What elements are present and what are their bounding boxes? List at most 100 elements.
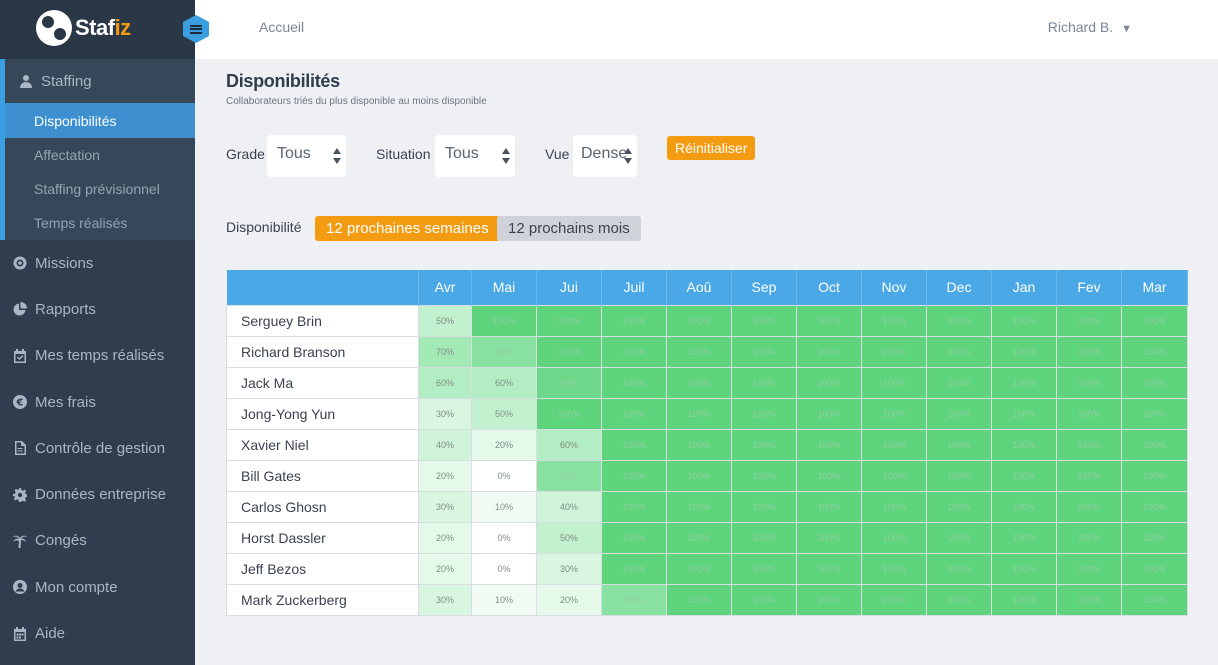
sidebar-item-mes-frais[interactable]: € Mes frais [0, 379, 195, 425]
availability-cell: 100% [796, 459, 862, 492]
availability-cell: 100% [1056, 459, 1122, 492]
availability-cell: 100% [991, 552, 1057, 585]
availability-cell: 100% [666, 366, 732, 399]
sidebar-item-rapports[interactable]: Rapports [0, 286, 195, 332]
grade-select[interactable]: Tous [267, 135, 346, 177]
availability-cell: 100% [1121, 335, 1188, 368]
availability-table: Avr Mai Jui Juil Aoû Sep Oct Nov Dec Jan Fev Mar Se… [226, 270, 1188, 616]
availability-cell: 100% [991, 366, 1057, 399]
availability-cell: 100% [666, 304, 732, 337]
availability-cell: 50% [418, 304, 472, 337]
availability-cell: 10% [471, 583, 537, 616]
collaborator-name: Jack Ma [226, 366, 419, 399]
sidebar-item-mon-compte[interactable]: Mon compte [0, 564, 195, 610]
availability-cell: 0% [471, 552, 537, 585]
sidebar-item-label: Mes frais [35, 393, 96, 411]
availability-cell: 100% [926, 304, 992, 337]
sidebar-item-staffing[interactable]: Staffing [5, 59, 195, 103]
availability-cell: 100% [1056, 428, 1122, 461]
table-row: Jong-Yong Yun 30% 50% 100% 100% 100% 100% 100% 1… [226, 397, 1188, 430]
sidebar-item-staffing-previsionnel[interactable]: Staffing prévisionnel [5, 172, 195, 206]
availability-cell: 100% [1056, 552, 1122, 585]
sidebar-item-label: Rapports [35, 300, 96, 318]
availability-cell: 100% [926, 397, 992, 430]
availability-cell: 100% [991, 428, 1057, 461]
availability-cell: 90% [536, 366, 602, 399]
breadcrumb-accueil[interactable]: Accueil [259, 19, 304, 35]
availability-label: Disponibilité [226, 219, 302, 235]
sidebar-item-conges[interactable]: Congés [0, 518, 195, 564]
situation-select[interactable]: Tous [435, 135, 515, 177]
select-arrows-icon [624, 147, 632, 165]
sidebar-item-temps-realises[interactable]: Temps réalisés [5, 206, 195, 240]
calendar-icon [12, 626, 27, 641]
grade-label: Grade [226, 146, 265, 162]
availability-cell: 60% [471, 366, 537, 399]
sidebar-item-disponibilites[interactable]: Disponibilités [5, 103, 195, 138]
hamburger-icon [190, 24, 202, 34]
sidebar-item-donnees-entreprise[interactable]: Données entreprise [0, 471, 195, 517]
reset-button[interactable]: Réinitialiser [667, 136, 756, 160]
sidebar-item-missions[interactable]: Missions [0, 240, 195, 286]
availability-cell: 50% [536, 521, 602, 554]
availability-cell: 100% [861, 366, 927, 399]
gear-icon [12, 487, 27, 502]
availability-cell: 100% [666, 552, 732, 585]
availability-cell: 100% [601, 459, 667, 492]
sidebar-item-affectation[interactable]: Affectation [5, 138, 195, 172]
table-row: Jeff Bezos 20% 0% 30% 100% 100% 100% 100% 100% 10… [226, 552, 1188, 585]
vue-select[interactable]: Dense [573, 135, 637, 177]
availability-cell: 80% [471, 335, 537, 368]
availability-cell: 100% [1056, 397, 1122, 430]
svg-text:€: € [15, 398, 23, 409]
user-icon [18, 74, 33, 89]
table-row: Mark Zuckerberg 30% 10% 20% 80% 100% 100% 100% 1… [226, 583, 1188, 616]
next-12-weeks-button[interactable]: 12 prochaines semaines [315, 216, 500, 241]
sidebar-item-label: Missions [35, 254, 94, 272]
availability-cell: 100% [796, 335, 862, 368]
availability-cell: 100% [536, 397, 602, 430]
sidebar-item-controle-de-gestion[interactable]: Contrôle de gestion [0, 425, 195, 471]
availability-cell: 50% [471, 397, 537, 430]
availability-cell: 100% [1121, 428, 1188, 461]
sidebar-item-aide[interactable]: Aide [0, 610, 195, 656]
availability-cell: 100% [601, 366, 667, 399]
availability-cell: 100% [926, 552, 992, 585]
availability-cell: 100% [796, 428, 862, 461]
availability-cell: 100% [991, 490, 1057, 523]
availability-cell: 100% [731, 521, 797, 554]
stafiz-logo[interactable]: Stafiz [36, 10, 131, 46]
user-menu[interactable]: Richard B. ▼ [1048, 19, 1132, 35]
availability-cell: 100% [991, 335, 1057, 368]
next-12-months-button[interactable]: 12 prochains mois [497, 216, 641, 241]
availability-cell: 100% [666, 583, 732, 616]
availability-cell: 100% [1121, 459, 1188, 492]
availability-cell: 100% [991, 304, 1057, 337]
availability-cell: 100% [1121, 490, 1188, 523]
availability-cell: 100% [926, 366, 992, 399]
caret-down-icon: ▼ [1121, 23, 1132, 35]
availability-cell: 100% [471, 304, 537, 337]
sidebar-item-label: Mes temps réalisés [35, 347, 165, 365]
availability-cell: 100% [1121, 521, 1188, 554]
palm-tree-icon [12, 533, 27, 548]
availability-cell: 100% [1056, 366, 1122, 399]
situation-select-value: Tous [445, 145, 479, 162]
sidebar-item-mes-temps-realises[interactable]: Mes temps réalisés [0, 333, 195, 379]
availability-cell: 100% [1056, 304, 1122, 337]
document-icon [12, 441, 27, 456]
availability-cell: 100% [861, 521, 927, 554]
page-subtitle: Collaborateurs triés du plus disponible … [226, 96, 487, 107]
availability-cell: 100% [991, 583, 1057, 616]
availability-cell: 100% [1056, 490, 1122, 523]
availability-cell: 100% [536, 335, 602, 368]
table-row: Jack Ma 60% 60% 90% 100% 100% 100% 100% 100% 100%… [226, 366, 1188, 399]
availability-cell: 20% [536, 583, 602, 616]
availability-cell: 100% [796, 583, 862, 616]
vue-select-value: Dense [581, 145, 628, 162]
table-row: Serguey Brin 50% 100% 100% 100% 100% 100% 100% 1… [226, 304, 1188, 337]
availability-cell: 100% [991, 397, 1057, 430]
sidebar-section-staffing: Staffing Disponibilités Affectation Staf… [0, 59, 195, 240]
availability-cell: 100% [926, 521, 992, 554]
top-bar: Accueil Richard B. ▼ [195, 0, 1218, 59]
